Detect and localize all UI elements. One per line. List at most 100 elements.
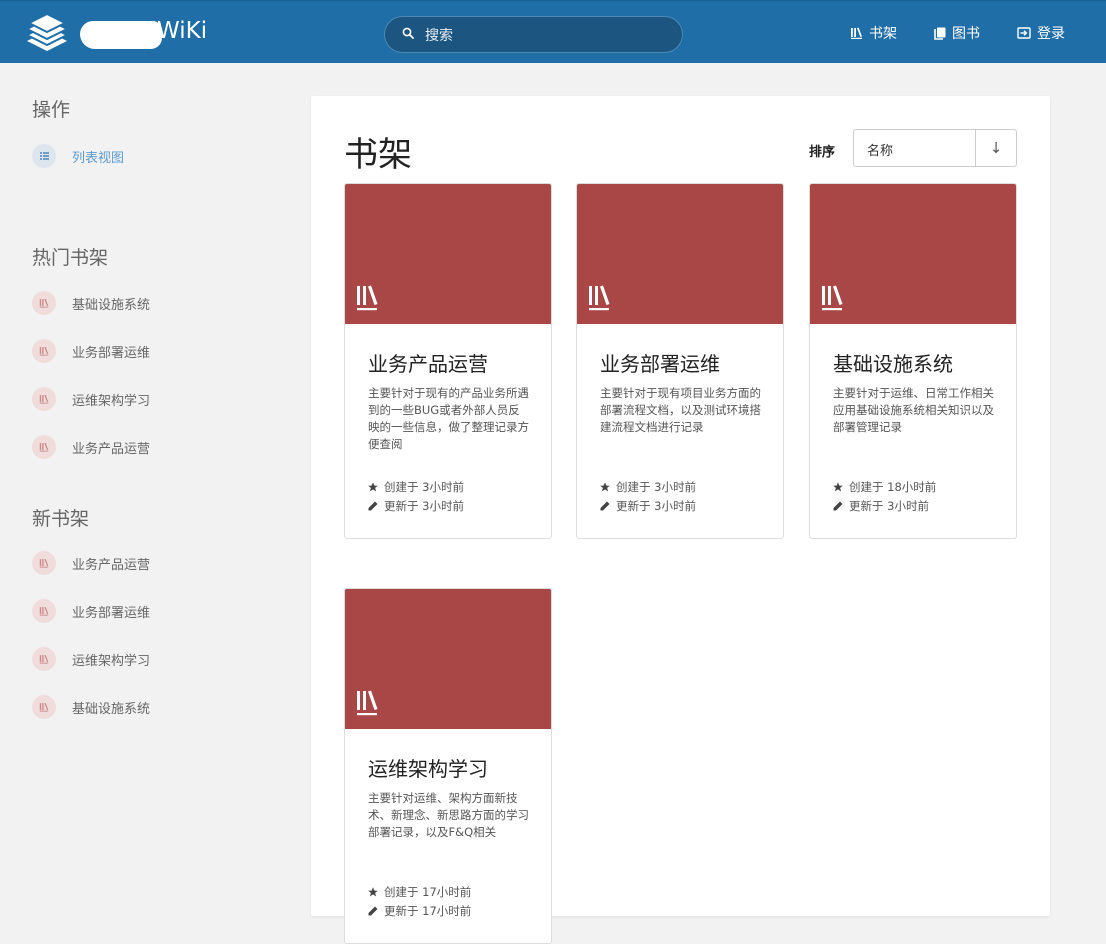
bookshelf-icon — [39, 606, 49, 616]
bookshelf-icon — [357, 285, 378, 311]
popular-shelf-item[interactable]: 业务产品运营 — [32, 435, 150, 459]
login-icon — [1017, 27, 1031, 39]
books-logo-icon[interactable] — [25, 13, 69, 53]
star-icon — [368, 887, 378, 897]
popular-shelf-item-label: 运维架构学习 — [72, 393, 151, 409]
page-title: 书架 — [344, 135, 412, 175]
new-shelf-item[interactable]: 业务部署运维 — [32, 599, 150, 623]
nav-login-label: 登录 — [1037, 26, 1065, 42]
card-title[interactable]: 运维架构学习 — [368, 753, 488, 782]
new-shelf-item[interactable]: 运维架构学习 — [32, 647, 150, 671]
bookshelf-card[interactable]: 运维架构学习主要针对运维、架构方面新技术、新理念、新思路方面的学习部署记录，以及… — [344, 588, 552, 944]
card-created-text: 创建于 17小时前 — [384, 885, 472, 899]
card-updated: 更新于 17小时前 — [368, 903, 471, 919]
action-list-view-label: 列表视图 — [72, 150, 125, 166]
shelf-icon-badge — [32, 291, 56, 315]
card-description: 主要针对于现有项目业务方面的部署流程文档，以及测试环境搭建流程文档进行记录 — [600, 386, 761, 434]
book-icon — [934, 27, 946, 40]
card-updated-text: 更新于 17小时前 — [384, 904, 472, 918]
shelf-icon-badge — [32, 695, 56, 719]
top-header: WiKi 书架 图书 登录 — [0, 0, 1106, 63]
card-updated: 更新于 3小时前 — [833, 498, 929, 514]
shelf-icon-badge — [32, 647, 56, 671]
bookshelf-card[interactable]: 业务产品运营主要针对于现有的产品业务所遇到的一些BUG或者外部人员反映的一些信息… — [344, 183, 552, 539]
shelf-icon-badge — [32, 339, 56, 363]
nav-bookshelves-label: 书架 — [869, 26, 897, 42]
nav-bookshelves[interactable]: 书架 — [850, 23, 897, 43]
nav-books-label: 图书 — [952, 26, 980, 42]
bookshelf-icon — [851, 27, 862, 39]
pencil-icon — [368, 501, 378, 511]
new-shelf-item-label: 业务产品运营 — [72, 557, 151, 573]
bookshelf-card[interactable]: 基础设施系统主要针对于运维、日常工作相关应用基础设施系统相关知识以及部署管理记录… — [809, 183, 1017, 539]
list-icon — [39, 152, 49, 160]
bookshelf-icon — [39, 298, 49, 308]
bookshelf-icon — [589, 285, 610, 311]
new-shelf-item[interactable]: 基础设施系统 — [32, 695, 150, 719]
bookshelf-icon — [39, 558, 49, 568]
card-created: 创建于 3小时前 — [600, 479, 696, 495]
card-created: 创建于 3小时前 — [368, 479, 464, 495]
star-icon — [368, 482, 378, 492]
sort-select[interactable]: 名称 ↓ — [853, 129, 1017, 167]
card-created: 创建于 18小时前 — [833, 479, 936, 495]
card-cover[interactable] — [345, 589, 551, 729]
pencil-icon — [833, 501, 843, 511]
popular-shelf-item[interactable]: 运维架构学习 — [32, 387, 150, 411]
card-cover[interactable] — [577, 184, 783, 324]
bookshelf-icon — [39, 346, 49, 356]
card-cover[interactable] — [345, 184, 551, 324]
search-input[interactable] — [423, 24, 667, 48]
card-cover[interactable] — [810, 184, 1016, 324]
bookshelf-icon — [39, 394, 49, 404]
card-created-text: 创建于 18小时前 — [849, 480, 937, 494]
popular-shelf-item-label: 基础设施系统 — [72, 297, 151, 313]
popular-shelf-item[interactable]: 业务部署运维 — [32, 339, 150, 363]
brand-redaction — [80, 21, 162, 49]
card-title[interactable]: 业务部署运维 — [600, 348, 720, 377]
shelf-icon-badge — [32, 599, 56, 623]
card-description: 主要针对运维、架构方面新技术、新理念、新思路方面的学习部署记录，以及F&Q相关 — [368, 791, 529, 839]
pencil-icon — [600, 501, 610, 511]
sort-value[interactable]: 名称 — [867, 140, 893, 159]
sort-direction-button[interactable]: ↓ — [976, 130, 1016, 166]
action-list-view[interactable]: 列表视图 — [32, 144, 124, 168]
bookshelf-icon — [357, 690, 378, 716]
bookshelf-icon — [39, 442, 49, 452]
new-shelf-item[interactable]: 业务产品运营 — [32, 551, 150, 575]
new-shelf-item-label: 运维架构学习 — [72, 653, 151, 669]
popular-shelf-item-label: 业务产品运营 — [72, 441, 151, 457]
new-heading: 新书架 — [32, 508, 90, 530]
card-description: 主要针对于现有的产品业务所遇到的一些BUG或者外部人员反映的一些信息，做了整理记… — [368, 386, 529, 451]
card-updated-text: 更新于 3小时前 — [384, 499, 464, 513]
shelf-icon-badge — [32, 435, 56, 459]
shelf-icon-badge — [32, 387, 56, 411]
brand-name[interactable]: WiKi — [157, 18, 207, 44]
card-updated: 更新于 3小时前 — [368, 498, 464, 514]
card-created-text: 创建于 3小时前 — [616, 480, 696, 494]
pencil-icon — [368, 906, 378, 916]
popular-heading: 热门书架 — [32, 247, 109, 269]
card-created: 创建于 17小时前 — [368, 884, 471, 900]
card-created-text: 创建于 3小时前 — [384, 480, 464, 494]
search-box[interactable] — [384, 16, 683, 53]
search-icon — [402, 27, 414, 39]
card-updated-text: 更新于 3小时前 — [849, 499, 929, 513]
card-description: 主要针对于运维、日常工作相关应用基础设施系统相关知识以及部署管理记录 — [833, 386, 994, 434]
nav-login[interactable]: 登录 — [1017, 23, 1065, 43]
card-updated: 更新于 3小时前 — [600, 498, 696, 514]
bookshelf-icon — [39, 654, 49, 664]
card-title[interactable]: 基础设施系统 — [833, 348, 953, 377]
popular-shelf-item[interactable]: 基础设施系统 — [32, 291, 150, 315]
card-title[interactable]: 业务产品运营 — [368, 348, 488, 377]
actions-heading: 操作 — [32, 99, 71, 121]
card-updated-text: 更新于 3小时前 — [616, 499, 696, 513]
bookshelf-card[interactable]: 业务部署运维主要针对于现有项目业务方面的部署流程文档，以及测试环境搭建流程文档进… — [576, 183, 784, 539]
new-shelf-item-label: 业务部署运维 — [72, 605, 151, 621]
nav-books[interactable]: 图书 — [934, 23, 980, 43]
popular-shelf-item-label: 业务部署运维 — [72, 345, 151, 361]
bookshelf-icon — [39, 702, 49, 712]
star-icon — [600, 482, 610, 492]
list-icon-badge — [32, 144, 56, 168]
new-shelf-item-label: 基础设施系统 — [72, 701, 151, 717]
